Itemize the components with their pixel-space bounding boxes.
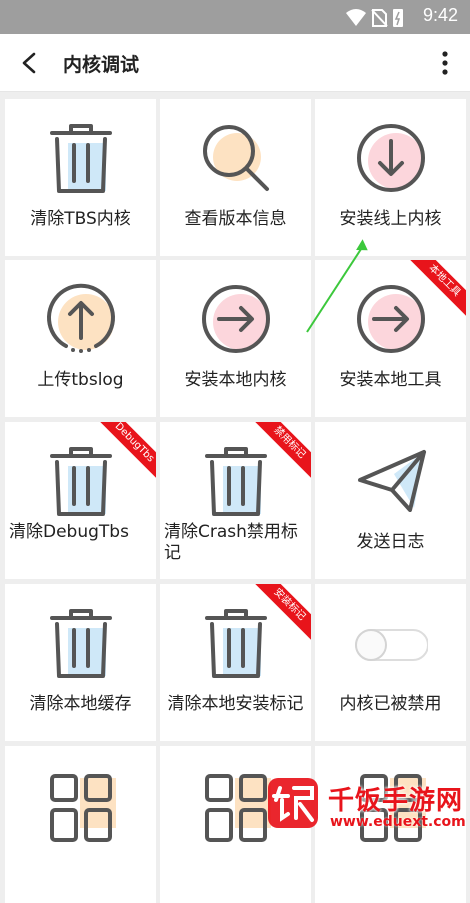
fan-logo-icon [268,778,318,828]
watermark-url: www.eduext.com [330,814,466,830]
grid-item-label: 清除本地缓存 [29,694,132,714]
arrow-right-icon [357,285,425,353]
status-time: 9:42 [422,5,458,25]
trash-icon [205,609,267,678]
trash-icon [50,609,112,678]
grid-item-3[interactable]: 上传tbslog [5,260,156,417]
grid-item-7[interactable]: 清除Crash禁用标记 禁用标记 [160,422,311,579]
debug-action-grid: 清除TBS内核 查看版本信息 安装线上内核上传tbslog 安装本地内核 安装本地工具本… [0,92,470,903]
status-bar: 9:42 [0,0,470,34]
trash-icon [205,447,267,516]
arrow-right-icon [202,285,270,353]
trash-icon [50,124,112,193]
back-arrow-icon[interactable] [14,48,44,78]
grid-item-1[interactable]: 查看版本信息 [160,99,311,256]
grid-item-9[interactable]: 清除本地缓存 [5,584,156,741]
page-title: 内核调试 [63,54,140,76]
grid-item-11[interactable]: 内核已被禁用 [315,584,466,741]
download-icon [357,124,425,192]
grid-item-4[interactable]: 安装本地内核 [160,260,311,417]
grid-item-label: 安装本地内核 [184,370,287,390]
grid-item-label: 安装本地工具 [339,370,442,390]
grid-item-5[interactable]: 安装本地工具 本地工具 [315,260,466,417]
battery-icon [393,9,403,27]
grid-item-label: 清除DebugTbs [9,522,129,542]
status-icons [346,9,403,27]
grid-item-2[interactable]: 安装线上内核 [315,99,466,256]
grid-icon [50,774,116,842]
search-icon [203,125,269,191]
grid-item-label: 内核已被禁用 [339,694,442,714]
grid-item-label: 上传tbslog [37,370,124,390]
watermark-title: 千饭手游网 [328,786,464,816]
wifi-icon [346,9,366,26]
grid-item-10[interactable]: 清除本地安装标记 安装标记 [160,584,311,741]
upload-icon [47,283,115,353]
toggle-icon [355,629,428,661]
more-options-icon[interactable] [440,50,450,76]
grid-item-8[interactable]: 发送日志 [315,422,466,579]
grid-item-label: 安装线上内核 [339,209,442,229]
trash-icon [50,447,112,516]
watermark: 千饭手游网 www.eduext.com [262,770,470,837]
grid-item-label: 清除TBS内核 [30,209,131,229]
grid-item-label: 发送日志 [356,532,425,552]
grid-item-0[interactable]: 清除TBS内核 [5,99,156,256]
no-sim-icon [371,9,388,27]
grid-item-label: 清除Crash禁用标记 [164,522,298,563]
paper-plane-icon [358,450,426,512]
grid-item-6[interactable]: 清除DebugTbs DebugTbs [5,422,156,579]
grid-item-12[interactable] [5,746,156,903]
grid-item-label: 清除本地安装标记 [167,694,304,714]
grid-item-label: 查看版本信息 [184,209,287,229]
toolbar: 内核调试 [0,34,470,92]
